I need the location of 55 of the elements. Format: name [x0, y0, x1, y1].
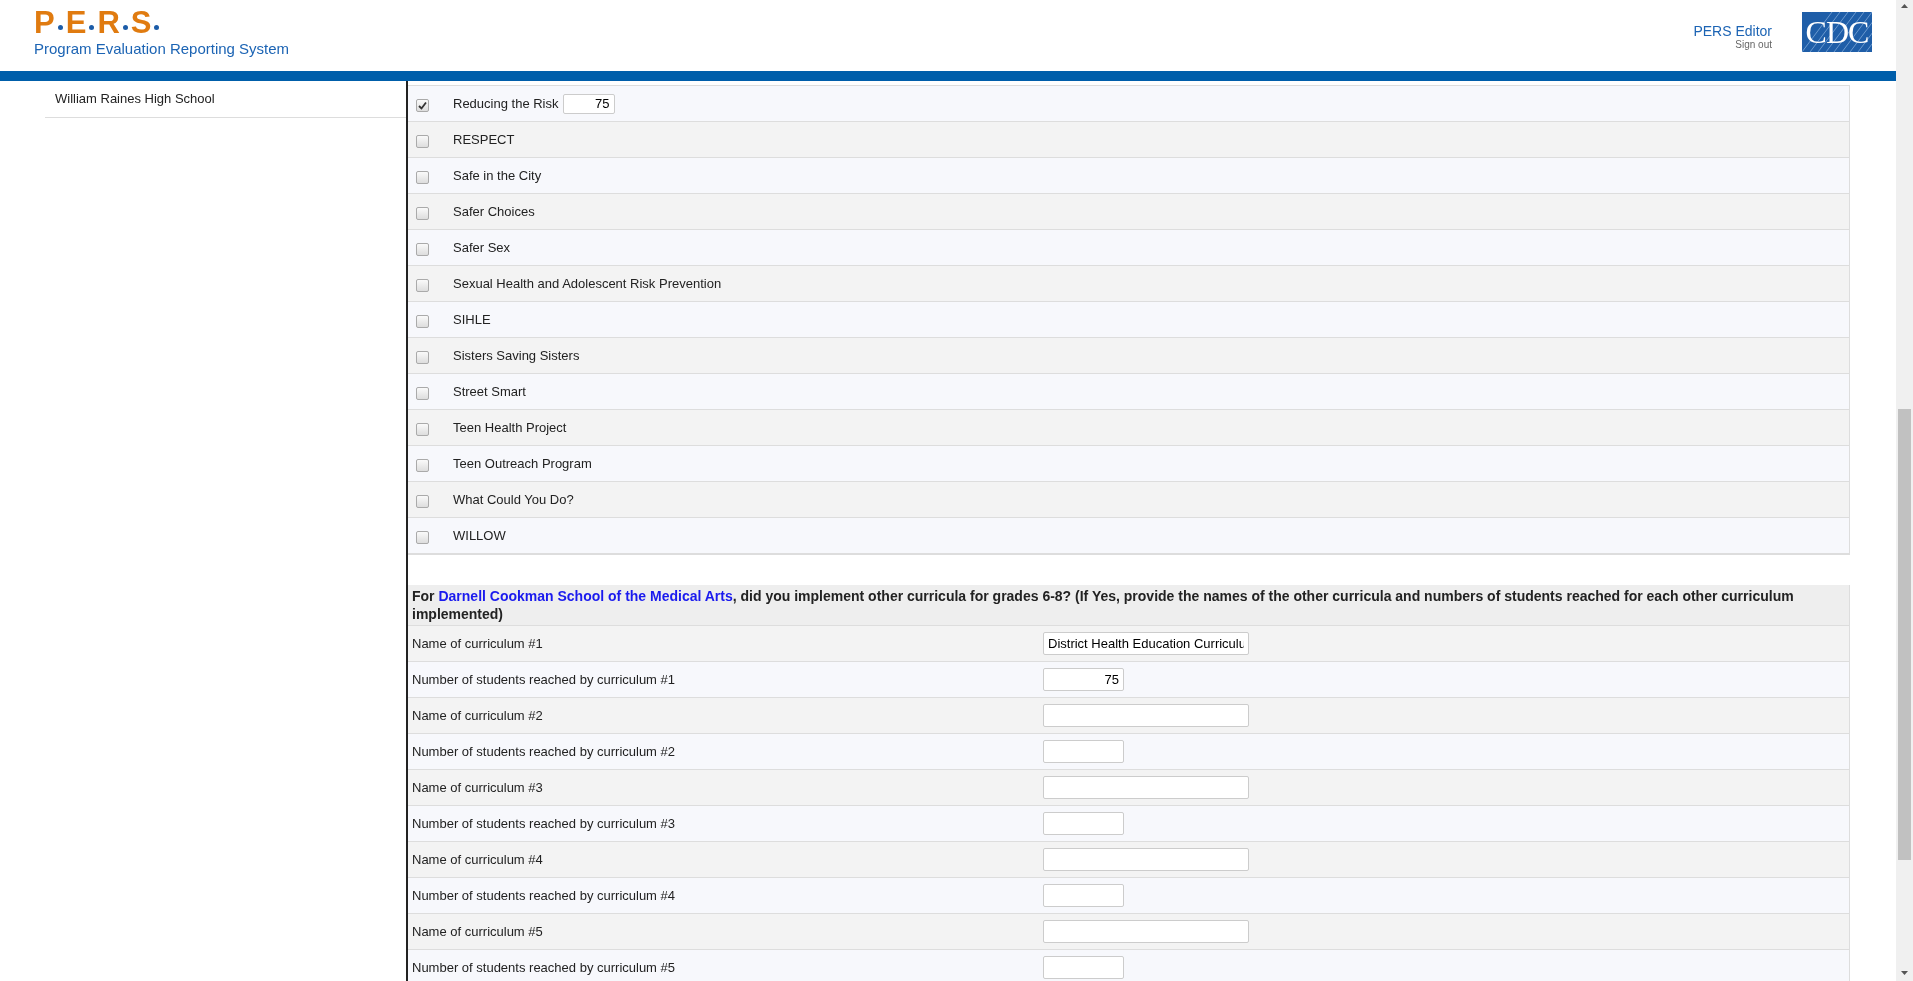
- checkbox[interactable]: [416, 423, 429, 436]
- checkbox[interactable]: [416, 387, 429, 400]
- student-count-field[interactable]: [1043, 812, 1124, 835]
- checkbox[interactable]: [416, 495, 429, 508]
- curriculum-name-field[interactable]: [1043, 704, 1249, 727]
- school-link[interactable]: Darnell Cookman School of the Medical Arts: [438, 588, 733, 604]
- student-count-field[interactable]: [1043, 740, 1124, 763]
- field-label: Number of students reached by curriculum #5: [412, 960, 676, 975]
- program-label: Sexual Health and Adolescent Risk Prevention: [453, 276, 722, 291]
- field-label: Name of curriculum #3: [412, 780, 544, 795]
- checkbox[interactable]: [416, 315, 429, 328]
- student-count-field[interactable]: [1043, 884, 1124, 907]
- field-label: Number of students reached by curriculum #2: [412, 744, 676, 759]
- program-label: Teen Health Project: [453, 420, 567, 435]
- field-label: Name of curriculum #1: [412, 636, 544, 651]
- program-label: RESPECT: [453, 132, 515, 147]
- field-label: Name of curriculum #5: [412, 924, 544, 939]
- program-label: Reducing the Risk: [453, 96, 559, 111]
- curriculum-name-field[interactable]: [1043, 920, 1249, 943]
- program-label: Safer Sex: [453, 240, 511, 255]
- checkbox[interactable]: [416, 243, 429, 256]
- user-link[interactable]: PERS Editor: [1693, 23, 1772, 39]
- checkbox[interactable]: [416, 351, 429, 364]
- program-label: Safer Choices: [453, 204, 535, 219]
- cdc-logo: CDC: [1802, 12, 1872, 52]
- checkbox[interactable]: [416, 279, 429, 292]
- field-label: Number of students reached by curriculum #1: [412, 672, 676, 687]
- field-label: Number of students reached by curriculum #3: [412, 816, 676, 831]
- curriculum-name-field[interactable]: [1043, 848, 1249, 871]
- student-count-field[interactable]: 75: [1043, 668, 1124, 691]
- program-label: Safe in the City: [453, 168, 542, 183]
- student-count-field[interactable]: [1043, 956, 1124, 979]
- program-label: Teen Outreach Program: [453, 456, 592, 471]
- logo-subtitle: Program Evaluation Reporting System: [34, 40, 290, 57]
- program-label: WILLOW: [453, 528, 506, 543]
- program-label: Street Smart: [453, 384, 526, 399]
- field-label: Number of students reached by curriculum #4: [412, 888, 676, 903]
- checkbox[interactable]: [416, 531, 429, 544]
- sign-out-link[interactable]: Sign out: [1735, 39, 1772, 50]
- sidebar-item[interactable]: William Raines High School: [45, 81, 406, 118]
- program-label: Sisters Saving Sisters: [453, 348, 580, 363]
- field-label: Name of curriculum #4: [412, 852, 544, 867]
- field-label: Name of curriculum #2: [412, 708, 544, 723]
- checkbox[interactable]: [416, 207, 429, 220]
- checkbox[interactable]: [416, 171, 429, 184]
- program-label: What Could You Do?: [453, 492, 574, 507]
- pers-logo: P E R S: [34, 7, 290, 38]
- scrollbar[interactable]: [1896, 0, 1913, 981]
- student-count-field[interactable]: 75: [562, 93, 615, 114]
- checkbox[interactable]: [416, 459, 429, 472]
- checkbox[interactable]: [416, 135, 429, 148]
- checkbox[interactable]: [416, 99, 429, 112]
- curriculum-name-field[interactable]: [1043, 776, 1249, 799]
- program-label: SIHLE: [453, 312, 491, 327]
- question-text: For Darnell Cookman School of the Medical Arts, did you implement other curricula for grades 6-8? (If Yes, provide the names of the other curricula and numbers of students reached for each other curriculum implemented): [408, 585, 1849, 626]
